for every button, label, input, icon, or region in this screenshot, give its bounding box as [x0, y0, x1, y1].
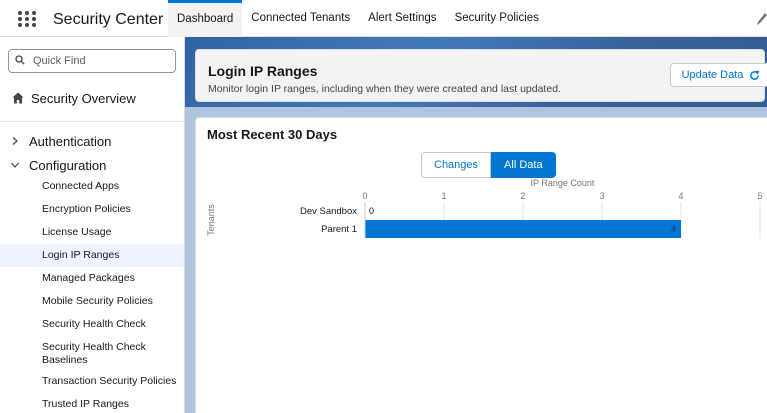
x-tick-label: 2 — [520, 191, 525, 201]
sidebar-item-connected-apps[interactable]: Connected Apps — [0, 180, 184, 193]
page-subtitle: Monitor login IP ranges, including when … — [208, 83, 561, 95]
bar — [365, 220, 681, 238]
sidebar-item-managed-packages[interactable]: Managed Packages — [0, 272, 184, 285]
category-label: Dev Sandbox — [300, 206, 357, 217]
sidebar-item-security-health-check[interactable]: Security Health Check — [0, 318, 184, 331]
sidebar-divider — [0, 121, 184, 122]
update-data-label: Update Data — [681, 69, 744, 81]
x-tick-label: 0 — [362, 191, 367, 201]
sidebar-item-security-health-check-baselines[interactable]: Security Health Check Baselines — [0, 341, 184, 367]
data-label: 0 — [369, 206, 374, 216]
view-toggle: Changes All Data — [421, 152, 556, 178]
update-data-button[interactable]: Update Data — [670, 63, 767, 87]
x-tick-label: 5 — [757, 191, 762, 201]
chevron-right-icon — [12, 137, 18, 145]
sidebar-item-mobile-security-policies[interactable]: Mobile Security Policies — [0, 295, 184, 308]
category-label: Parent 1 — [321, 224, 357, 235]
refresh-icon — [750, 69, 760, 80]
sidebar: Security Overview Authentication Configu… — [0, 37, 185, 413]
nav-section-configuration[interactable]: Configuration — [10, 156, 106, 174]
x-tick-label: 3 — [599, 191, 604, 201]
main-content: Login IP Ranges Monitor login IP ranges,… — [185, 37, 767, 413]
ip-range-bar-chart: IP Range Count Tenants 0 1 2 3 4 5 Dev Sandbox 0 P… — [206, 178, 763, 238]
app-launcher-icon[interactable] — [18, 11, 36, 27]
security-overview-link[interactable]: Security Overview — [12, 89, 136, 107]
home-icon — [12, 92, 24, 104]
x-tick-label: 1 — [441, 191, 446, 201]
sidebar-item-license-usage[interactable]: License Usage — [0, 226, 184, 239]
app-name: Security Center — [53, 11, 164, 28]
data-label: 4 — [671, 224, 676, 234]
sidebar-item-transaction-security-policies[interactable]: Transaction Security Policies — [0, 375, 184, 388]
nav-section-label: Configuration — [29, 157, 107, 173]
sidebar-item-login-ip-ranges[interactable]: Login IP Ranges — [0, 244, 184, 267]
chart-card: Most Recent 30 Days Changes All Data IP … — [195, 117, 767, 413]
page-header: Login IP Ranges Monitor login IP ranges,… — [195, 49, 767, 102]
quick-find-input[interactable] — [8, 49, 176, 73]
tab-bar: Dashboard Connected Tenants Alert Settin… — [168, 0, 548, 37]
tab-alert-settings[interactable]: Alert Settings — [359, 0, 445, 37]
page-title: Login IP Ranges — [208, 63, 318, 79]
sidebar-item-trusted-ip-ranges[interactable]: Trusted IP Ranges — [0, 398, 184, 411]
x-tick-label: 4 — [678, 191, 683, 201]
pencil-icon[interactable] — [757, 13, 767, 25]
y-axis-title: Tenants — [206, 204, 216, 236]
chevron-down-icon — [11, 162, 19, 168]
sidebar-item-encryption-policies[interactable]: Encryption Policies — [0, 203, 184, 216]
global-header: Security Center Dashboard Connected Tena… — [0, 0, 767, 37]
card-title: Most Recent 30 Days — [207, 127, 338, 142]
tab-security-policies[interactable]: Security Policies — [446, 0, 548, 37]
tab-dashboard[interactable]: Dashboard — [168, 0, 243, 37]
tab-connected-tenants[interactable]: Connected Tenants — [242, 0, 359, 37]
changes-toggle-button[interactable]: Changes — [421, 152, 492, 178]
nav-section-label: Authentication — [29, 133, 112, 149]
all-data-toggle-button[interactable]: All Data — [491, 152, 556, 178]
x-axis-title: IP Range Count — [531, 178, 595, 188]
nav-section-authentication[interactable]: Authentication — [10, 132, 111, 150]
security-overview-label: Security Overview — [31, 90, 136, 106]
